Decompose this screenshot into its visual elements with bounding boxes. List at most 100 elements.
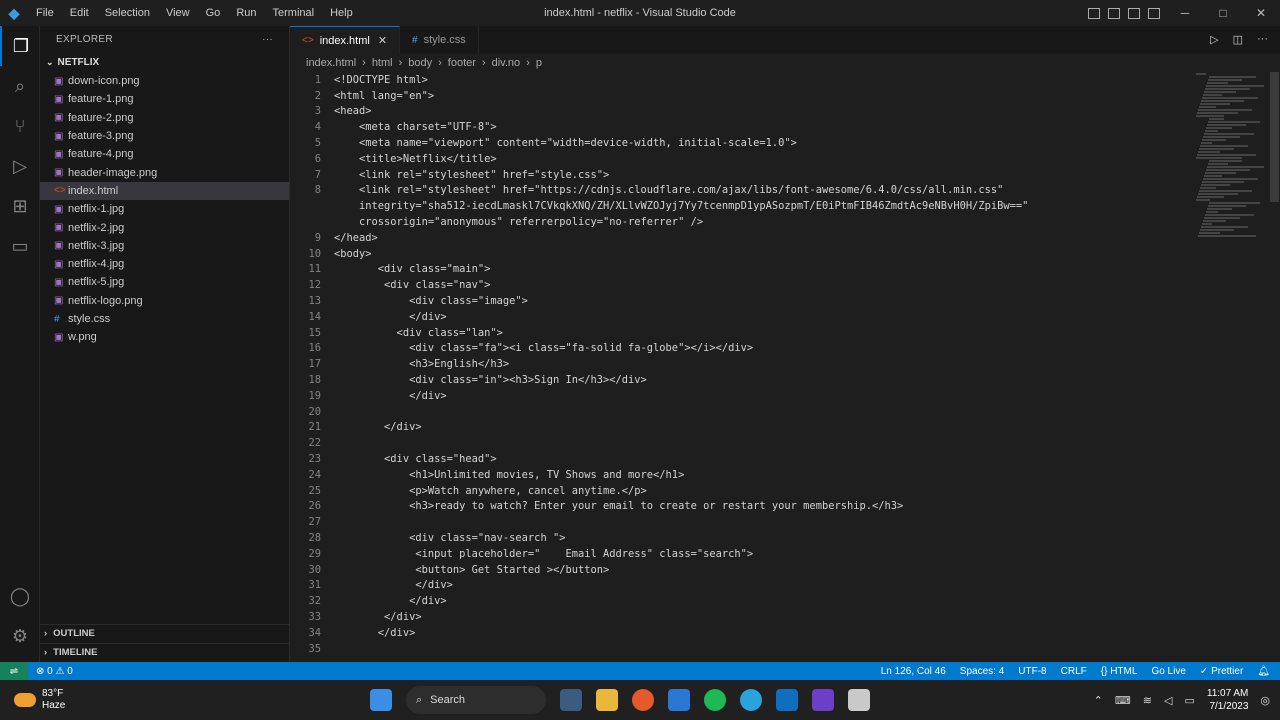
code-line: 31 </div> (290, 578, 1190, 594)
breadcrumb-item[interactable]: index.html (306, 57, 356, 69)
clock[interactable]: 11:07 AM 7/1/2023 (1207, 687, 1249, 713)
menu-item-edit[interactable]: Edit (62, 7, 97, 19)
more-actions-icon[interactable]: ··· (1257, 33, 1268, 46)
breadcrumb-item[interactable]: div.no (492, 57, 521, 69)
prettier-status[interactable]: ✓ Prettier (1200, 666, 1243, 677)
vscode-taskbar-icon[interactable] (776, 689, 798, 711)
file-item[interactable]: ▣ w.png (40, 328, 289, 346)
file-item[interactable]: ▣ feature-3.png (40, 127, 289, 145)
code-editor[interactable]: 1 <!DOCTYPE html> 2 <html lang="en"> 3 <head>… (290, 72, 1190, 662)
code-text: </div> (334, 310, 447, 323)
toggle-sidebar-icon[interactable] (1088, 7, 1100, 19)
menu-item-selection[interactable]: Selection (97, 7, 158, 19)
taskbar-search[interactable]: ⌕ Search (406, 686, 546, 714)
chevron-up-icon[interactable]: ⌃ (1094, 694, 1103, 707)
line-number: 30 (308, 563, 321, 576)
toggle-panel-icon[interactable] (1108, 7, 1120, 19)
line-number: 33 (308, 610, 321, 623)
battery-icon[interactable]: ▭ (1184, 694, 1194, 707)
volume-icon[interactable]: ◁ (1164, 694, 1172, 707)
outline-section[interactable]: › OUTLINE (40, 624, 290, 642)
start-windows-icon[interactable] (370, 689, 392, 711)
code-line: 8 <link rel="stylesheet" href="https://c… (290, 183, 1190, 199)
weather-widget[interactable]: 83°F Haze (0, 688, 65, 712)
menu-item-view[interactable]: View (158, 7, 198, 19)
run-debug-icon[interactable]: ▷ (0, 146, 40, 186)
file-item[interactable]: ▣ netflix-2.jpg (40, 218, 289, 236)
file-item[interactable]: ▣ netflix-4.jpg (40, 255, 289, 273)
notifications-bell-icon[interactable]: 🔔︎ (1257, 666, 1270, 677)
menu-item-go[interactable]: Go (198, 7, 229, 19)
maximize-icon[interactable]: □ (1204, 6, 1242, 20)
spotify-icon[interactable] (704, 689, 726, 711)
mail-icon[interactable] (668, 689, 690, 711)
customize-layout-icon[interactable] (1148, 7, 1160, 19)
task-view-icon[interactable] (560, 689, 582, 711)
menu-item-file[interactable]: File (28, 7, 62, 19)
menu-item-terminal[interactable]: Terminal (265, 7, 323, 19)
code-line: 28 <div class="nav-search "> (290, 530, 1190, 546)
run-icon[interactable]: ▷ (1210, 33, 1218, 46)
project-folder[interactable]: ⌄ NETFLIX (40, 52, 289, 72)
breadcrumb-item[interactable]: html (372, 57, 393, 69)
editor-scrollbar[interactable] (1269, 72, 1280, 662)
source-control-icon[interactable]: ⑂ (0, 106, 40, 146)
tab-style-css[interactable]: # style.css (400, 26, 479, 54)
language-mode[interactable]: {} HTML (1101, 666, 1138, 677)
timeline-section[interactable]: › TIMELINE (40, 643, 290, 661)
code-line: 7 <link rel="stylesheet" href="style.css… (290, 167, 1190, 183)
image-file-icon: ▣ (54, 93, 64, 105)
breadcrumb-item[interactable]: body (408, 57, 432, 69)
go-live-button[interactable]: Go Live (1151, 666, 1185, 677)
split-editor-icon[interactable]: ◫ (1233, 33, 1243, 46)
line-ending[interactable]: CRLF (1061, 666, 1087, 677)
tab-index-html[interactable]: <> index.html ✕ (290, 26, 401, 54)
file-item[interactable]: ▣ netflix-logo.png (40, 292, 289, 310)
file-explorer-icon[interactable] (596, 689, 618, 711)
breadcrumb-item[interactable]: footer (448, 57, 476, 69)
file-item[interactable]: # style.css (40, 310, 289, 328)
close-tab-icon[interactable]: ✕ (378, 34, 387, 47)
visual-studio-icon[interactable] (812, 689, 834, 711)
account-icon[interactable]: ◯ (0, 576, 40, 616)
encoding[interactable]: UTF-8 (1018, 666, 1046, 677)
file-item[interactable]: ▣ feature-2.png (40, 109, 289, 127)
remote-indicator-icon[interactable]: ⇌ (0, 662, 28, 680)
file-item[interactable]: ▣ netflix-5.jpg (40, 273, 289, 291)
minimize-icon[interactable]: ─ (1166, 6, 1204, 20)
file-item[interactable]: ▣ down-icon.png (40, 72, 289, 90)
code-text: <p>Watch anywhere, cancel anytime.</p> (334, 484, 647, 497)
breadcrumb-item[interactable]: p (536, 57, 542, 69)
cursor-position[interactable]: Ln 126, Col 46 (881, 666, 946, 677)
close-window-icon[interactable]: ✕ (1242, 6, 1280, 20)
file-item[interactable]: <> index.html (40, 181, 289, 201)
remote-explorer-icon[interactable]: ▭ (0, 226, 40, 266)
code-text: <button> Get Started ></button> (334, 563, 610, 576)
file-item[interactable]: ▣ feature-4.png (40, 145, 289, 163)
extensions-icon[interactable]: ⊞ (0, 186, 40, 226)
notification-center-icon[interactable]: ◎ (1260, 694, 1270, 707)
scrollbar-thumb[interactable] (1270, 72, 1279, 202)
wifi-icon[interactable]: ≋ (1143, 694, 1152, 707)
explorer-icon[interactable]: ❐ (0, 26, 40, 66)
search-icon[interactable]: ⌕ (0, 66, 40, 106)
menu-item-help[interactable]: Help (322, 7, 361, 19)
indentation[interactable]: Spaces: 4 (960, 666, 1004, 677)
menu-item-run[interactable]: Run (228, 7, 264, 19)
settings-gear-icon[interactable]: ⚙ (0, 616, 40, 656)
telegram-icon[interactable] (740, 689, 762, 711)
problems-indicator[interactable]: ⊗ 0 ⚠ 0 (36, 666, 73, 677)
minimap[interactable] (1196, 72, 1268, 252)
code-text: <h3>English</h3> (334, 358, 510, 371)
minimap-line (1209, 160, 1242, 162)
snipping-tool-icon[interactable] (848, 689, 870, 711)
firefox-icon[interactable] (632, 689, 654, 711)
code-line: 32 </div> (290, 593, 1190, 609)
more-actions-icon[interactable]: ··· (262, 34, 273, 45)
toggle-secondary-sidebar-icon[interactable] (1128, 7, 1140, 19)
file-item[interactable]: ▣ header-image.png (40, 163, 289, 181)
keyboard-icon[interactable]: ⌨ (1115, 694, 1131, 707)
file-item[interactable]: ▣ netflix-3.jpg (40, 237, 289, 255)
file-item[interactable]: ▣ feature-1.png (40, 90, 289, 108)
file-item[interactable]: ▣ netflix-1.jpg (40, 200, 289, 218)
